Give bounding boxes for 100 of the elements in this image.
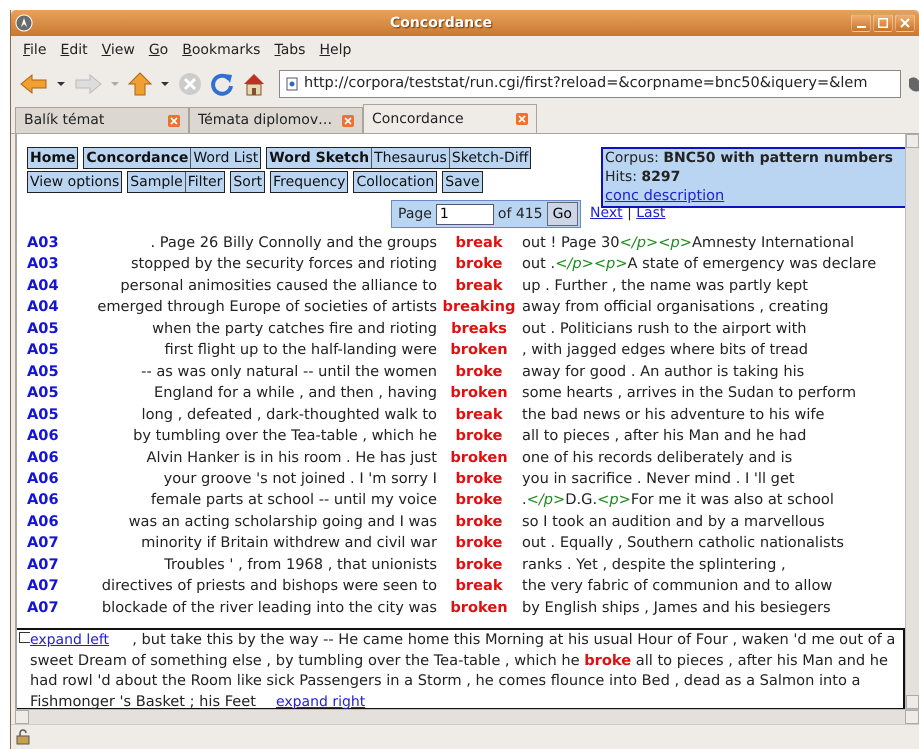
left-context: by tumbling over the Tea-table , which he [132, 426, 437, 446]
reference-link[interactable]: A06 [27, 510, 69, 532]
left-context: personal animosities caused the alliance to [119, 276, 437, 296]
right-context: out .</p><p>A state of emergency was declare [521, 254, 878, 274]
reference-link[interactable]: A06 [27, 468, 69, 490]
keyword[interactable]: break [437, 575, 521, 597]
reference-link[interactable]: A05 [27, 404, 69, 426]
close-icon[interactable] [168, 114, 180, 126]
nav-button[interactable]: Thesaurus [372, 148, 450, 168]
keyword[interactable]: broke [437, 510, 521, 532]
tab[interactable]: Concordance [363, 104, 537, 133]
nav-button[interactable]: Frequency [271, 172, 348, 192]
nav-button[interactable]: Sample [128, 172, 186, 192]
page-link[interactable]: Next [590, 205, 623, 221]
right-context: some hearts , arrives in the Sudan to perform [521, 383, 858, 404]
reference-link[interactable]: A06 [27, 446, 69, 468]
expand-left-link[interactable]: expand left [30, 632, 110, 648]
menu-item[interactable]: Tabs [274, 40, 306, 60]
left-context: when the party catches fire and rioting [151, 318, 437, 339]
left-context: long , defeated , dark-thoughted walk to [140, 404, 437, 425]
reference-link[interactable]: A07 [27, 575, 69, 597]
close-icon[interactable] [516, 113, 528, 125]
menu-item[interactable]: File [23, 40, 46, 60]
keyword[interactable]: broken [437, 596, 521, 618]
keyword[interactable]: broken [437, 382, 521, 404]
reference-link[interactable]: A05 [27, 382, 69, 404]
reload-icon[interactable] [209, 71, 235, 97]
nav-button[interactable]: Concordance [84, 148, 192, 168]
right-context: up . Further , the name was partly kept [521, 276, 810, 296]
up-arrow-icon[interactable] [127, 71, 153, 97]
keyword[interactable]: broke [437, 489, 521, 511]
description-link[interactable]: conc description [605, 188, 724, 204]
menu-item[interactable]: View [102, 40, 135, 60]
page-label: Page [398, 204, 432, 224]
nav-button[interactable]: Word Sketch [267, 148, 372, 168]
hits-count: Hits: 8297 [605, 168, 682, 187]
reference-link[interactable]: A03 [27, 232, 69, 254]
nav-button[interactable]: Home [28, 148, 78, 168]
tab[interactable]: Témata diplomov… [189, 107, 363, 133]
nav-button[interactable]: Sort [231, 172, 264, 192]
right-context: the very fabric of communion and to allow [521, 576, 834, 596]
url-field[interactable]: http://corpora/teststat/run.cgi/first?reload=&corpname=bnc50&iquery=&lem [279, 70, 901, 98]
right-context: away from official organisations , creating [521, 297, 830, 318]
right-context: out . Politicians rush to the airport with [521, 318, 808, 339]
keyword[interactable]: broken [437, 339, 521, 361]
menu-item[interactable]: Edit [60, 40, 88, 60]
left-context: -- as was only natural -- until the women [140, 362, 437, 382]
horizontal-scrollbar[interactable] [15, 709, 919, 724]
reference-link[interactable]: A06 [27, 425, 69, 447]
nav-button[interactable]: Save [443, 172, 482, 192]
close-icon[interactable] [342, 114, 354, 126]
reference-link[interactable]: A05 [27, 339, 69, 361]
keyword[interactable]: break [437, 404, 521, 426]
nav-button[interactable]: Collocation [354, 172, 436, 192]
keyword[interactable]: break [437, 274, 521, 296]
vertical-scrollbar[interactable] [905, 134, 919, 709]
menu-item[interactable]: Bookmarks [182, 40, 260, 60]
reference-link[interactable]: A05 [27, 360, 69, 382]
left-context: female parts at school -- until my voice [150, 490, 437, 510]
left-context: your groove 's not joined . I 'm sorry I [162, 468, 437, 489]
right-context: you in sacrifice . Never mind . I 'll get [521, 468, 796, 489]
collapse-icon[interactable] [19, 632, 30, 643]
reference-link[interactable]: A04 [27, 274, 69, 296]
reference-link[interactable]: A04 [27, 296, 69, 318]
page-link[interactable]: Last [636, 205, 666, 221]
keyword[interactable]: broke [437, 360, 521, 382]
page-count: of 415 [498, 204, 543, 224]
expand-right-link[interactable]: expand right [276, 694, 366, 709]
reference-link[interactable]: A06 [27, 489, 69, 511]
left-context: blockade of the river leading into the city was [100, 598, 437, 618]
keyword[interactable]: broke [437, 554, 521, 576]
keyword[interactable]: broke [437, 425, 521, 447]
menu-item[interactable]: Go [148, 40, 168, 60]
tab[interactable]: Balík témat [15, 107, 189, 133]
keyword[interactable]: breaking [437, 296, 521, 318]
reference-link[interactable]: A03 [27, 253, 69, 275]
menu-item[interactable]: Help [319, 40, 352, 60]
nav-button[interactable]: Filter [186, 172, 224, 192]
window-title: Concordance [389, 14, 493, 32]
reference-link[interactable]: A07 [27, 532, 69, 554]
keyword[interactable]: broke [437, 468, 521, 490]
maximize-button[interactable] [873, 14, 893, 32]
nav-button[interactable]: Sketch-Diff [450, 148, 530, 168]
go-button[interactable]: Go [546, 202, 578, 226]
nav-button[interactable]: Word List [191, 148, 260, 168]
minimize-button[interactable] [851, 14, 871, 32]
keyword[interactable]: break [437, 232, 521, 254]
keyword[interactable]: broken [437, 446, 521, 468]
keyword[interactable]: broke [437, 532, 521, 554]
reference-link[interactable]: A05 [27, 318, 69, 340]
keyword[interactable]: breaks [437, 318, 521, 340]
keyword[interactable]: broke [437, 253, 521, 275]
back-icon[interactable] [19, 72, 49, 96]
reference-link[interactable]: A07 [27, 596, 69, 618]
nav-button[interactable]: View options [28, 172, 122, 192]
corpus-name: Corpus: BNC50 with pattern numbers [605, 149, 894, 168]
right-context: away for good . An author is taking his [521, 362, 806, 382]
reference-link[interactable]: A07 [27, 554, 69, 576]
close-button[interactable] [895, 14, 915, 32]
page-input[interactable]: 1 [436, 204, 494, 224]
